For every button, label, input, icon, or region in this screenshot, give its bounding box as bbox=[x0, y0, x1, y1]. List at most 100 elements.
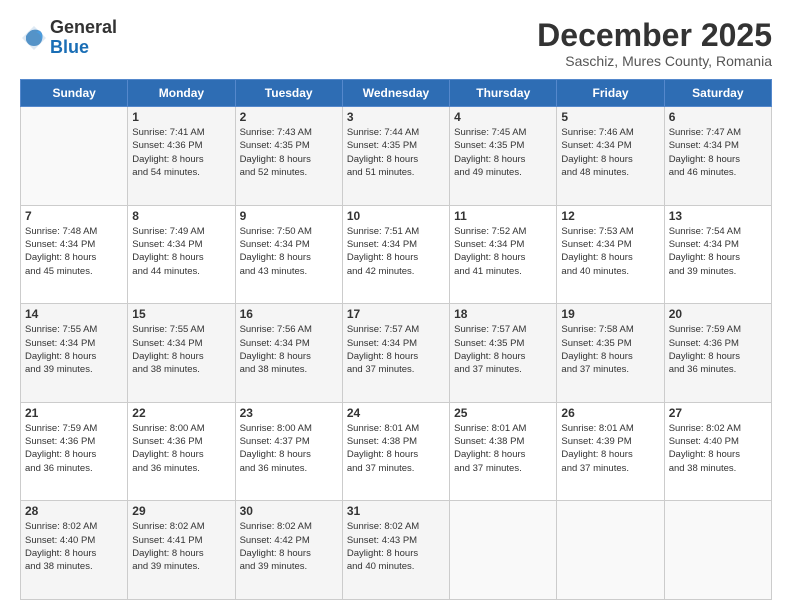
day-number: 1 bbox=[132, 110, 230, 124]
day-number: 16 bbox=[240, 307, 338, 321]
day-number: 7 bbox=[25, 209, 123, 223]
page: General Blue December 2025 Saschiz, Mure… bbox=[0, 0, 792, 612]
day-info: Sunrise: 7:59 AM Sunset: 4:36 PM Dayligh… bbox=[669, 323, 767, 376]
col-friday: Friday bbox=[557, 80, 664, 107]
table-row: 25 Sunrise: 8:01 AM Sunset: 4:38 PM Dayli… bbox=[450, 402, 557, 501]
day-number: 25 bbox=[454, 406, 552, 420]
table-row: 3 Sunrise: 7:44 AM Sunset: 4:35 PM Daylig… bbox=[342, 107, 449, 206]
day-number: 12 bbox=[561, 209, 659, 223]
calendar-body: 1 Sunrise: 7:41 AM Sunset: 4:36 PM Daylig… bbox=[21, 107, 772, 600]
day-info: Sunrise: 7:52 AM Sunset: 4:34 PM Dayligh… bbox=[454, 225, 552, 278]
day-number: 5 bbox=[561, 110, 659, 124]
table-row: 16Sunrise: 7:56 AM Sunset: 4:34 PM Dayli… bbox=[235, 304, 342, 403]
day-info: Sunrise: 8:02 AM Sunset: 4:40 PM Dayligh… bbox=[25, 520, 123, 573]
logo-icon bbox=[20, 24, 48, 52]
table-row: 8 Sunrise: 7:49 AM Sunset: 4:34 PM Daylig… bbox=[128, 205, 235, 304]
day-info: Sunrise: 7:57 AM Sunset: 4:35 PM Dayligh… bbox=[454, 323, 552, 376]
table-row: 21 Sunrise: 7:59 AM Sunset: 4:36 PM Dayli… bbox=[21, 402, 128, 501]
header: General Blue December 2025 Saschiz, Mure… bbox=[20, 18, 772, 69]
day-number: 20 bbox=[669, 307, 767, 321]
table-row: 6Sunrise: 7:47 AM Sunset: 4:34 PM Daylig… bbox=[664, 107, 771, 206]
day-info: Sunrise: 7:43 AM Sunset: 4:35 PM Dayligh… bbox=[240, 126, 338, 179]
day-number: 3 bbox=[347, 110, 445, 124]
day-info: Sunrise: 7:45 AM Sunset: 4:35 PM Dayligh… bbox=[454, 126, 552, 179]
header-row: Sunday Monday Tuesday Wednesday Thursday… bbox=[21, 80, 772, 107]
table-row: 14 Sunrise: 7:55 AM Sunset: 4:34 PM Dayli… bbox=[21, 304, 128, 403]
day-number: 17 bbox=[347, 307, 445, 321]
day-info: Sunrise: 7:41 AM Sunset: 4:36 PM Dayligh… bbox=[132, 126, 230, 179]
table-row: 26 Sunrise: 8:01 AM Sunset: 4:39 PM Dayli… bbox=[557, 402, 664, 501]
table-row: 2Sunrise: 7:43 AM Sunset: 4:35 PM Daylig… bbox=[235, 107, 342, 206]
day-info: Sunrise: 8:01 AM Sunset: 4:39 PM Dayligh… bbox=[561, 422, 659, 475]
calendar-row: 28 Sunrise: 8:02 AM Sunset: 4:40 PM Dayli… bbox=[21, 501, 772, 600]
logo: General Blue bbox=[20, 18, 117, 58]
col-wednesday: Wednesday bbox=[342, 80, 449, 107]
table-row: 27Sunrise: 8:02 AM Sunset: 4:40 PM Dayli… bbox=[664, 402, 771, 501]
table-row: 1 Sunrise: 7:41 AM Sunset: 4:36 PM Daylig… bbox=[128, 107, 235, 206]
day-info: Sunrise: 7:49 AM Sunset: 4:34 PM Dayligh… bbox=[132, 225, 230, 278]
location: Saschiz, Mures County, Romania bbox=[537, 53, 772, 69]
day-number: 31 bbox=[347, 504, 445, 518]
day-info: Sunrise: 8:02 AM Sunset: 4:43 PM Dayligh… bbox=[347, 520, 445, 573]
calendar: Sunday Monday Tuesday Wednesday Thursday… bbox=[20, 79, 772, 600]
table-row: 13 Sunrise: 7:54 AM Sunset: 4:34 PM Dayli… bbox=[664, 205, 771, 304]
logo-general: General bbox=[50, 17, 117, 37]
day-number: 15 bbox=[132, 307, 230, 321]
col-sunday: Sunday bbox=[21, 80, 128, 107]
day-info: Sunrise: 7:57 AM Sunset: 4:34 PM Dayligh… bbox=[347, 323, 445, 376]
calendar-row: 7 Sunrise: 7:48 AM Sunset: 4:34 PM Daylig… bbox=[21, 205, 772, 304]
table-row: 28 Sunrise: 8:02 AM Sunset: 4:40 PM Dayli… bbox=[21, 501, 128, 600]
table-row: 17 Sunrise: 7:57 AM Sunset: 4:34 PM Dayli… bbox=[342, 304, 449, 403]
day-number: 9 bbox=[240, 209, 338, 223]
col-tuesday: Tuesday bbox=[235, 80, 342, 107]
day-number: 29 bbox=[132, 504, 230, 518]
table-row: 12Sunrise: 7:53 AM Sunset: 4:34 PM Dayli… bbox=[557, 205, 664, 304]
day-number: 24 bbox=[347, 406, 445, 420]
calendar-row: 14 Sunrise: 7:55 AM Sunset: 4:34 PM Dayli… bbox=[21, 304, 772, 403]
table-row: 15 Sunrise: 7:55 AM Sunset: 4:34 PM Dayli… bbox=[128, 304, 235, 403]
table-row: 24 Sunrise: 8:01 AM Sunset: 4:38 PM Dayli… bbox=[342, 402, 449, 501]
calendar-row: 21 Sunrise: 7:59 AM Sunset: 4:36 PM Dayli… bbox=[21, 402, 772, 501]
day-number: 10 bbox=[347, 209, 445, 223]
logo-text: General Blue bbox=[50, 18, 117, 58]
table-row bbox=[450, 501, 557, 600]
day-info: Sunrise: 7:54 AM Sunset: 4:34 PM Dayligh… bbox=[669, 225, 767, 278]
day-number: 26 bbox=[561, 406, 659, 420]
table-row: 29Sunrise: 8:02 AM Sunset: 4:41 PM Dayli… bbox=[128, 501, 235, 600]
table-row: 20 Sunrise: 7:59 AM Sunset: 4:36 PM Dayli… bbox=[664, 304, 771, 403]
title-block: December 2025 Saschiz, Mures County, Rom… bbox=[537, 18, 772, 69]
table-row bbox=[21, 107, 128, 206]
day-number: 18 bbox=[454, 307, 552, 321]
day-info: Sunrise: 7:59 AM Sunset: 4:36 PM Dayligh… bbox=[25, 422, 123, 475]
month-title: December 2025 bbox=[537, 18, 772, 53]
table-row: 19Sunrise: 7:58 AM Sunset: 4:35 PM Dayli… bbox=[557, 304, 664, 403]
table-row: 30Sunrise: 8:02 AM Sunset: 4:42 PM Dayli… bbox=[235, 501, 342, 600]
table-row bbox=[557, 501, 664, 600]
day-info: Sunrise: 7:44 AM Sunset: 4:35 PM Dayligh… bbox=[347, 126, 445, 179]
col-saturday: Saturday bbox=[664, 80, 771, 107]
day-info: Sunrise: 7:47 AM Sunset: 4:34 PM Dayligh… bbox=[669, 126, 767, 179]
day-info: Sunrise: 7:51 AM Sunset: 4:34 PM Dayligh… bbox=[347, 225, 445, 278]
day-info: Sunrise: 8:01 AM Sunset: 4:38 PM Dayligh… bbox=[347, 422, 445, 475]
day-info: Sunrise: 8:00 AM Sunset: 4:37 PM Dayligh… bbox=[240, 422, 338, 475]
day-number: 14 bbox=[25, 307, 123, 321]
calendar-header: Sunday Monday Tuesday Wednesday Thursday… bbox=[21, 80, 772, 107]
day-number: 23 bbox=[240, 406, 338, 420]
day-info: Sunrise: 7:55 AM Sunset: 4:34 PM Dayligh… bbox=[132, 323, 230, 376]
day-number: 4 bbox=[454, 110, 552, 124]
day-info: Sunrise: 8:02 AM Sunset: 4:40 PM Dayligh… bbox=[669, 422, 767, 475]
day-number: 28 bbox=[25, 504, 123, 518]
day-info: Sunrise: 7:48 AM Sunset: 4:34 PM Dayligh… bbox=[25, 225, 123, 278]
logo-blue: Blue bbox=[50, 37, 89, 57]
day-number: 13 bbox=[669, 209, 767, 223]
day-info: Sunrise: 8:02 AM Sunset: 4:42 PM Dayligh… bbox=[240, 520, 338, 573]
table-row: 11Sunrise: 7:52 AM Sunset: 4:34 PM Dayli… bbox=[450, 205, 557, 304]
day-number: 19 bbox=[561, 307, 659, 321]
table-row: 9Sunrise: 7:50 AM Sunset: 4:34 PM Daylig… bbox=[235, 205, 342, 304]
day-info: Sunrise: 7:55 AM Sunset: 4:34 PM Dayligh… bbox=[25, 323, 123, 376]
table-row: 7 Sunrise: 7:48 AM Sunset: 4:34 PM Daylig… bbox=[21, 205, 128, 304]
day-info: Sunrise: 8:01 AM Sunset: 4:38 PM Dayligh… bbox=[454, 422, 552, 475]
day-number: 21 bbox=[25, 406, 123, 420]
table-row: 22Sunrise: 8:00 AM Sunset: 4:36 PM Dayli… bbox=[128, 402, 235, 501]
day-number: 8 bbox=[132, 209, 230, 223]
